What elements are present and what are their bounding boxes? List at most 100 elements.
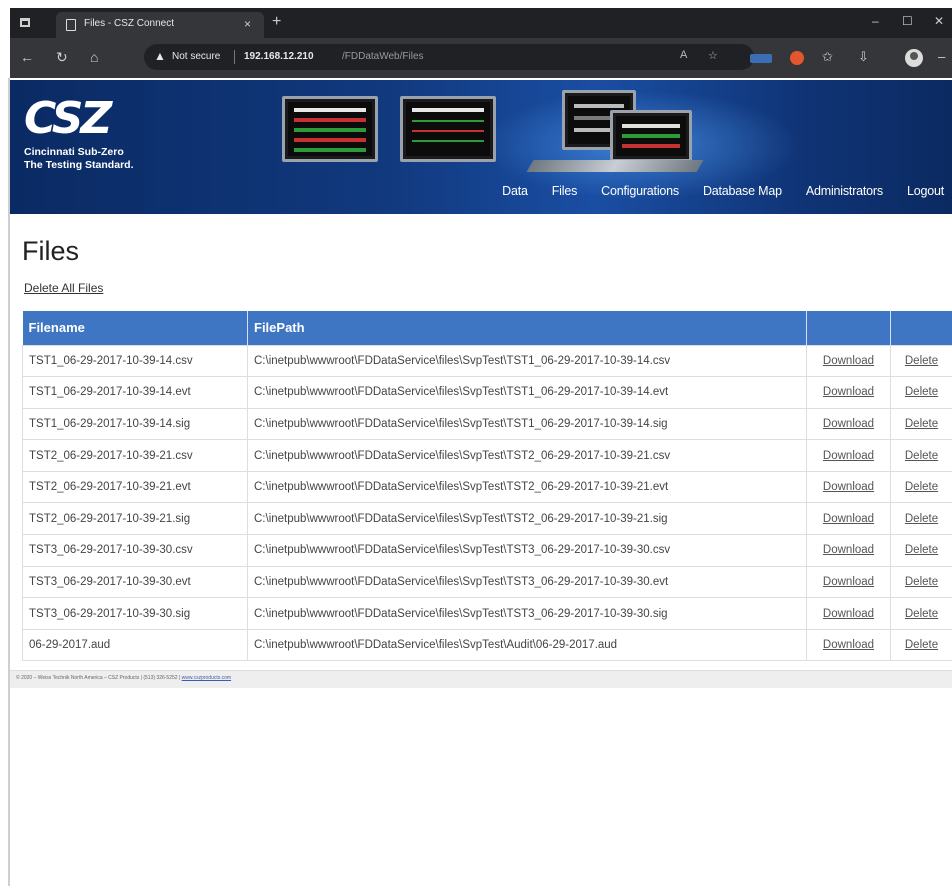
download-link[interactable]: Download <box>823 639 874 651</box>
nav-configurations[interactable]: Configurations <box>601 184 679 204</box>
table-row: TST1_06-29-2017-10-39-14.sig C:\inetpub\w… <box>22 407 952 441</box>
back-icon[interactable]: ← <box>20 49 34 65</box>
address-separator <box>234 50 235 64</box>
browser-toolbar: ← ↻ ⌂ ▲ Not secure 192.168.12.210 /FDDat… <box>10 38 952 78</box>
window-menu-icon[interactable] <box>20 18 30 27</box>
nav-administrators[interactable]: Administrators <box>806 184 883 204</box>
download-cell: Download <box>806 344 891 378</box>
page-favicon-icon <box>66 19 76 31</box>
file-name-cell: TST3_06-29-2017-10-39-30.sig <box>22 597 248 630</box>
file-name-cell: TST2_06-29-2017-10-39-21.csv <box>22 439 248 472</box>
address-bar[interactable]: ▲ Not secure 192.168.12.210 /FDDataWeb/F… <box>144 44 754 70</box>
table-row: TST3_06-29-2017-10-39-30.csv C:\inetpub\w… <box>22 534 952 567</box>
minimize-button[interactable]: – <box>872 14 879 28</box>
maximize-button[interactable]: ☐ <box>902 14 913 28</box>
nav-database-map[interactable]: Database Map <box>703 184 782 204</box>
delete-cell: Delete <box>890 597 952 630</box>
controller-screen-image-1 <box>282 96 378 162</box>
page-title: Files <box>22 236 80 266</box>
logo-slogan: The Testing Standard. <box>24 159 134 171</box>
nav-files[interactable]: Files <box>552 184 578 204</box>
file-name-cell: 06-29-2017.aud <box>22 628 248 662</box>
table-row: TST1_06-29-2017-10-39-14.evt C:\inetpub\w… <box>22 376 952 409</box>
download-link[interactable]: Download <box>823 513 874 525</box>
download-link[interactable]: Download <box>823 450 874 462</box>
reload-icon[interactable]: ↻ <box>56 49 68 66</box>
laptop-screen-image <box>610 110 692 162</box>
logo-tagline: Cincinnati Sub-Zero The Testing Standard… <box>24 146 133 172</box>
file-path-cell: C:\inetpub\wwwroot\FDDataService\files\S… <box>247 534 807 567</box>
column-header-filename: Filename <box>22 311 248 345</box>
read-aloud-icon[interactable]: A <box>680 49 687 61</box>
download-link[interactable]: Download <box>823 418 874 430</box>
logo-wordmark: CSZ <box>24 93 112 144</box>
delete-cell: Delete <box>890 407 952 441</box>
delete-link[interactable]: Delete <box>905 639 938 651</box>
file-path-cell: C:\inetpub\wwwroot\FDDataService\files\S… <box>247 407 807 441</box>
delete-all-files-link[interactable]: Delete All Files <box>24 281 103 295</box>
delete-link[interactable]: Delete <box>905 513 938 525</box>
file-name-cell: TST3_06-29-2017-10-39-30.csv <box>22 534 248 567</box>
delete-link[interactable]: Delete <box>905 544 938 556</box>
download-link[interactable]: Download <box>823 544 874 556</box>
download-link[interactable]: Download <box>823 608 874 620</box>
delete-link[interactable]: Delete <box>905 418 938 430</box>
footer-website-link[interactable]: www.cszproducts.com <box>182 675 231 681</box>
delete-cell: Delete <box>890 439 952 472</box>
table-header-row: Filename FilePath <box>22 311 952 345</box>
table-row: TST1_06-29-2017-10-39-14.csv C:\inetpub\w… <box>22 344 952 378</box>
extension-orange-icon[interactable] <box>790 51 804 65</box>
delete-cell: Delete <box>890 628 952 662</box>
new-tab-button[interactable]: + <box>272 13 281 31</box>
nav-logout[interactable]: Logout <box>907 184 944 204</box>
tab-close-icon[interactable]: × <box>244 17 251 31</box>
table-row: 06-29-2017.aud C:\inetpub\wwwroot\FDDataS… <box>22 628 952 662</box>
nav-data[interactable]: Data <box>502 184 528 204</box>
files-table-body: TST1_06-29-2017-10-39-14.csv C:\inetpub\w… <box>22 344 952 662</box>
logo-company-name: Cincinnati Sub-Zero <box>24 146 124 158</box>
site-nav: Data Files Configurations Database Map A… <box>478 184 944 204</box>
file-path-cell: C:\inetpub\wwwroot\FDDataService\files\S… <box>247 628 807 662</box>
footer-text: © 2020 – Weiss Technik North America – C… <box>16 675 231 681</box>
favorites-icon[interactable]: ✩ <box>822 49 833 65</box>
delete-link[interactable]: Delete <box>905 355 938 367</box>
delete-link[interactable]: Delete <box>905 450 938 462</box>
close-window-button[interactable]: ✕ <box>934 14 944 28</box>
download-link[interactable]: Download <box>823 576 874 588</box>
extension-badge-icon[interactable] <box>750 54 772 63</box>
delete-cell: Delete <box>890 534 952 567</box>
download-cell: Download <box>806 565 891 599</box>
file-path-cell: C:\inetpub\wwwroot\FDDataService\files\S… <box>247 565 807 599</box>
more-menu-icon[interactable]: – <box>938 49 945 64</box>
delete-link[interactable]: Delete <box>905 576 938 588</box>
delete-cell: Delete <box>890 565 952 599</box>
not-secure-warning-icon: ▲ <box>154 49 166 63</box>
profile-avatar[interactable] <box>905 49 923 67</box>
download-cell: Download <box>806 502 891 536</box>
download-link[interactable]: Download <box>823 386 874 398</box>
file-name-cell: TST3_06-29-2017-10-39-30.evt <box>22 565 248 599</box>
table-row: TST2_06-29-2017-10-39-21.evt C:\inetpub\w… <box>22 470 952 504</box>
table-row: TST3_06-29-2017-10-39-30.evt C:\inetpub\w… <box>22 565 952 599</box>
delete-cell: Delete <box>890 376 952 409</box>
browser-tab-files[interactable]: Files - CSZ Connect × <box>56 12 264 38</box>
file-path-cell: C:\inetpub\wwwroot\FDDataService\files\S… <box>247 597 807 630</box>
site-header: CSZ Cincinnati Sub-Zero The Testing Stan… <box>10 80 952 214</box>
favorite-star-icon[interactable]: ☆ <box>708 49 718 62</box>
security-label: Not secure <box>172 51 221 62</box>
csz-logo[interactable]: CSZ Cincinnati Sub-Zero The Testing Stan… <box>24 96 184 176</box>
column-header-download <box>806 311 891 345</box>
file-path-cell: C:\inetpub\wwwroot\FDDataService\files\S… <box>247 502 807 536</box>
download-cell: Download <box>806 407 891 441</box>
downloads-icon[interactable]: ⇩ <box>858 49 869 65</box>
download-cell: Download <box>806 376 891 409</box>
download-cell: Download <box>806 439 891 472</box>
file-path-cell: C:\inetpub\wwwroot\FDDataService\files\S… <box>247 344 807 378</box>
delete-link[interactable]: Delete <box>905 386 938 398</box>
delete-link[interactable]: Delete <box>905 608 938 620</box>
column-header-filepath: FilePath <box>247 311 807 345</box>
home-icon[interactable]: ⌂ <box>90 49 98 65</box>
download-link[interactable]: Download <box>823 481 874 493</box>
delete-link[interactable]: Delete <box>905 481 938 493</box>
download-link[interactable]: Download <box>823 355 874 367</box>
